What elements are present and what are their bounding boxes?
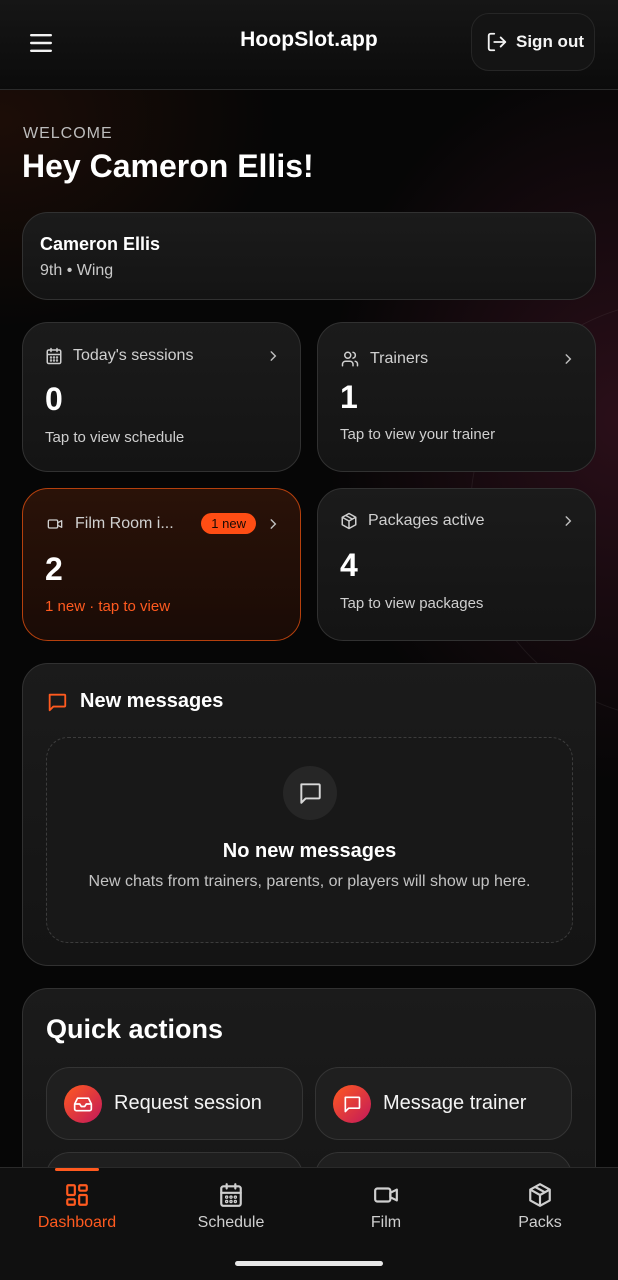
- packages-card[interactable]: Packages active 4 Tap to view packages: [317, 488, 596, 641]
- nav-packs[interactable]: Packs: [463, 1168, 617, 1248]
- app-header: HoopSlot.app Sign out: [0, 0, 618, 90]
- stat-value: 1: [340, 379, 358, 415]
- calendar-icon: [218, 1182, 244, 1208]
- nav-film[interactable]: Film: [309, 1168, 463, 1248]
- chat-icon: [333, 1084, 371, 1123]
- empty-messages-state: No new messages New chats from trainers,…: [46, 737, 573, 943]
- message-trainer-button[interactable]: Message trainer: [315, 1067, 572, 1140]
- chat-icon: [46, 691, 68, 713]
- chevron-right-icon: [266, 517, 280, 531]
- app-screen: HoopSlot.app Sign out WELCOME Hey Camero…: [0, 0, 618, 1280]
- request-session-button[interactable]: Request session: [46, 1067, 303, 1140]
- sign-out-button[interactable]: Sign out: [471, 13, 595, 71]
- request-session-label: Request session: [114, 1092, 262, 1114]
- trainers-card[interactable]: Trainers 1 Tap to view your trainer: [317, 322, 596, 472]
- chevron-right-icon: [561, 352, 575, 366]
- stat-label: Film Room i...: [75, 514, 174, 532]
- video-icon: [372, 1182, 400, 1208]
- empty-title: No new messages: [222, 840, 397, 862]
- chevron-right-icon: [561, 514, 575, 528]
- stat-label: Packages active: [368, 512, 485, 529]
- nav-dashboard[interactable]: Dashboard: [0, 1168, 154, 1248]
- nav-label: Film: [370, 1214, 402, 1231]
- message-empty-icon: [283, 766, 337, 820]
- stat-label: Today's sessions: [73, 347, 194, 364]
- stat-value: 0: [45, 381, 63, 417]
- home-indicator[interactable]: [235, 1261, 383, 1266]
- profile-subtitle: 9th • Wing: [40, 262, 114, 279]
- quick-actions-title: Quick actions: [46, 1014, 224, 1044]
- stat-subtitle: 1 new · tap to view: [45, 598, 171, 615]
- todays-sessions-card[interactable]: Today's sessions 0 Tap to view schedule: [22, 322, 301, 472]
- stat-subtitle: Tap to view packages: [340, 595, 484, 612]
- profile-name: Cameron Ellis: [40, 234, 161, 254]
- nav-label: Dashboard: [37, 1214, 117, 1231]
- nav-label: Schedule: [197, 1214, 265, 1231]
- new-messages-card: New messages No new messages New chats f…: [22, 663, 596, 966]
- inbox-icon: [64, 1084, 102, 1123]
- active-tab-indicator: [55, 1168, 99, 1171]
- package-icon: [340, 512, 358, 530]
- logout-icon: [486, 31, 508, 53]
- dashboard-icon: [64, 1182, 90, 1208]
- stat-label: Trainers: [370, 350, 429, 367]
- chevron-right-icon: [266, 349, 280, 363]
- messages-title: New messages: [80, 690, 224, 712]
- empty-subtitle: New chats from trainers, parents, or pla…: [88, 873, 531, 890]
- sign-out-label: Sign out: [516, 32, 584, 51]
- welcome-title: Hey Cameron Ellis!: [22, 148, 314, 184]
- profile-card[interactable]: Cameron Ellis 9th • Wing: [22, 212, 596, 300]
- video-icon: [45, 516, 65, 532]
- new-badge: 1 new: [201, 513, 256, 534]
- stat-subtitle: Tap to view schedule: [45, 429, 185, 446]
- calendar-icon: [45, 347, 63, 365]
- film-room-card[interactable]: Film Room i... 1 new 2 1 new · tap to vi…: [22, 488, 301, 641]
- message-trainer-label: Message trainer: [383, 1092, 527, 1114]
- users-icon: [340, 350, 360, 368]
- nav-schedule[interactable]: Schedule: [154, 1168, 308, 1248]
- stat-value: 4: [340, 547, 358, 583]
- stat-subtitle: Tap to view your trainer: [340, 426, 496, 443]
- package-icon: [527, 1182, 553, 1208]
- nav-label: Packs: [518, 1214, 562, 1231]
- welcome-label: WELCOME: [23, 125, 113, 142]
- stat-value: 2: [45, 551, 63, 587]
